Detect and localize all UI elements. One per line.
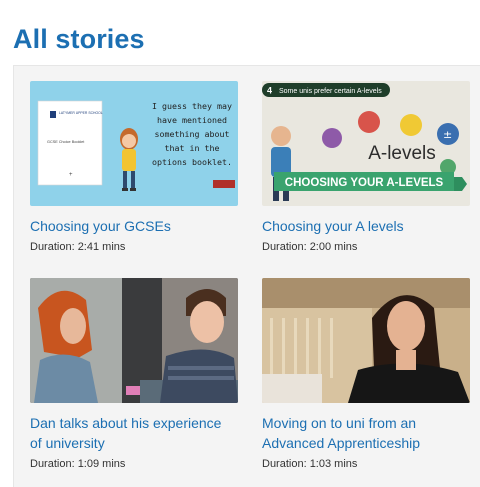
subject-icon-english <box>400 114 422 136</box>
plus-icon: + <box>69 172 73 178</box>
alevels-video-thumbnail[interactable]: 4 Some unis prefer certain A-levels ± A-… <box>262 81 470 206</box>
story-card-alevels[interactable]: 4 Some unis prefer certain A-levels ± A-… <box>262 81 472 253</box>
apprenticeship-video-thumbnail[interactable] <box>262 278 470 403</box>
story-title-link[interactable]: Dan talks about his experience of univer… <box>30 413 240 453</box>
subject-icon-science <box>358 111 380 133</box>
banner-text: CHOOSING YOUR A-LEVELS <box>285 177 444 189</box>
svg-text:options booklet.: options booklet. <box>152 157 232 167</box>
thumb-caption: Some unis prefer certain A-levels <box>279 88 382 95</box>
story-title-link[interactable]: Choosing your A levels <box>262 216 472 236</box>
alevels-label: A-levels <box>368 143 436 164</box>
subject-icon-chemistry <box>322 128 342 148</box>
svg-text:that in the: that in the <box>165 143 220 153</box>
svg-text:something about: something about <box>155 129 230 139</box>
school-crest-icon <box>50 111 56 118</box>
table-image <box>262 374 322 403</box>
story-title-link[interactable]: Choosing your GCSEs <box>30 216 240 236</box>
dan-video-thumbnail[interactable] <box>30 278 238 403</box>
logo-badge <box>213 180 235 188</box>
story-card-dan[interactable]: Dan talks about his experience of univer… <box>30 278 240 470</box>
story-duration: Duration: 2:00 mins <box>262 241 358 253</box>
gcse-video-thumbnail[interactable]: LATYMER UPPER SCHOOL GCSE Choice Booklet… <box>30 81 238 206</box>
story-duration: Duration: 2:41 mins <box>30 241 126 253</box>
story-duration: Duration: 1:03 mins <box>262 458 358 470</box>
step-number: 4 <box>267 86 272 96</box>
svg-text:I guess they may: I guess they may <box>152 101 232 111</box>
booklet-title: GCSE Choice Booklet <box>47 140 85 144</box>
page-title: All stories <box>13 24 145 54</box>
laptop-image <box>126 386 140 395</box>
svg-text:have mentioned: have mentioned <box>157 115 227 125</box>
story-duration: Duration: 1:09 mins <box>30 458 126 470</box>
story-card-apprenticeship[interactable]: Moving on to uni from an Advanced Appren… <box>262 278 472 470</box>
speech-text: I guess they may have mentioned somethin… <box>152 101 232 167</box>
maths-symbols: ± <box>443 128 452 141</box>
story-card-gcse[interactable]: LATYMER UPPER SCHOOL GCSE Choice Booklet… <box>30 81 240 253</box>
booklet-school: LATYMER UPPER SCHOOL <box>59 111 103 115</box>
stories-grid: LATYMER UPPER SCHOOL GCSE Choice Booklet… <box>13 65 480 487</box>
story-title-link[interactable]: Moving on to uni from an Advanced Appren… <box>262 413 472 453</box>
